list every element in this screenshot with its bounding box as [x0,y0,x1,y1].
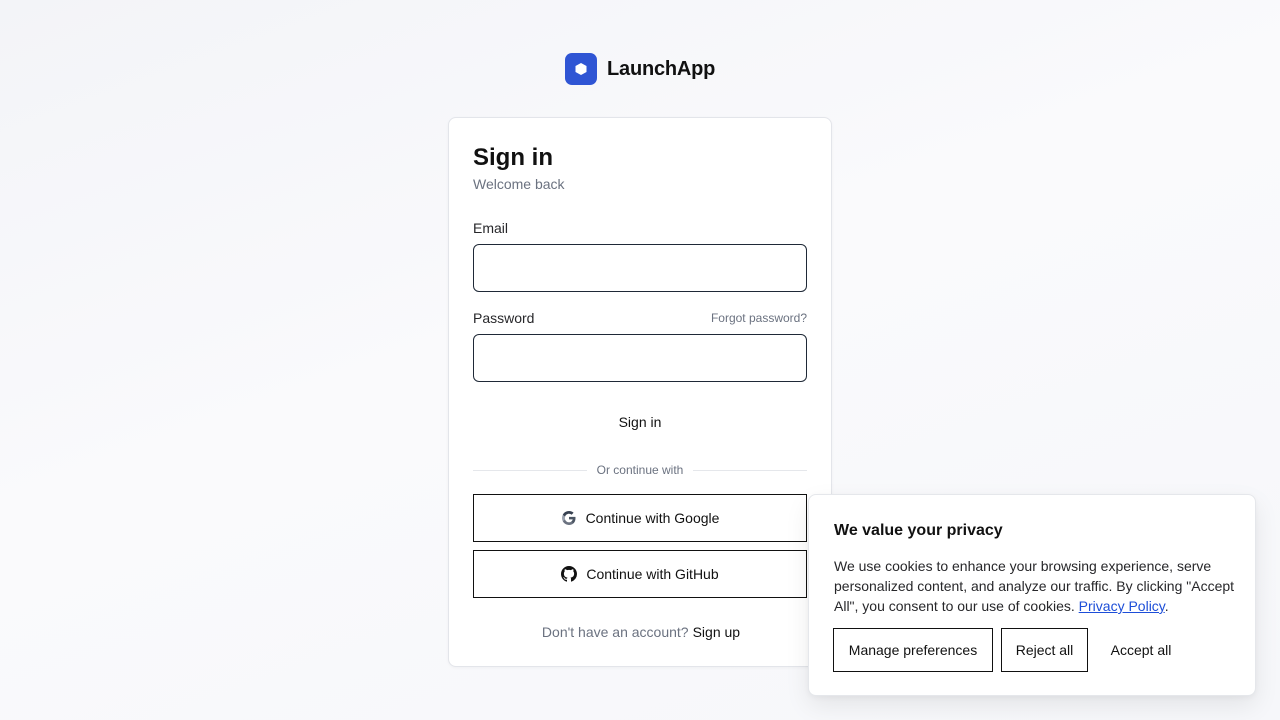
divider-text: Or continue with [596,463,684,477]
divider: Or continue with [473,462,807,478]
reject-all-button[interactable]: Reject all [1001,628,1088,672]
cookie-body: We use cookies to enhance your browsing … [834,556,1236,616]
google-signin-button[interactable]: Continue with Google [473,494,807,542]
github-icon [561,566,578,582]
cookie-body-text: We use cookies to enhance your browsing … [834,558,1235,614]
password-label: Password [473,310,535,326]
brand-name: LaunchApp [607,57,716,80]
divider-line [473,469,587,471]
divider-line [693,469,807,471]
page-title: Sign in [473,144,553,171]
signin-card: Sign in Welcome back Email Password Forg… [448,117,832,667]
brand-header: LaunchApp [565,53,715,85]
signup-prompt: Don't have an account? [541,624,689,640]
page-subtitle: Welcome back [473,176,565,192]
github-button-label: Continue with GitHub [586,566,719,582]
cookie-body-end: . [1164,598,1169,614]
email-field[interactable] [473,244,807,292]
password-field[interactable] [473,334,807,382]
manage-preferences-button[interactable]: Manage preferences [833,628,993,672]
accept-all-button[interactable]: Accept all [1096,628,1186,672]
cube-icon [565,53,597,85]
google-button-label: Continue with Google [585,510,720,526]
privacy-policy-link[interactable]: Privacy Policy [1079,598,1165,614]
email-label: Email [473,220,509,236]
forgot-password-link[interactable]: Forgot password? [711,311,807,325]
github-signin-button[interactable]: Continue with GitHub [473,550,807,598]
cookie-banner: We value your privacy We use cookies to … [808,494,1256,696]
signup-row: Don't have an account? Sign up [449,624,833,640]
signin-button[interactable]: Sign in [473,402,807,442]
cookie-title: We value your privacy [834,522,1003,539]
google-icon [561,510,577,526]
signup-link[interactable]: Sign up [693,624,740,640]
